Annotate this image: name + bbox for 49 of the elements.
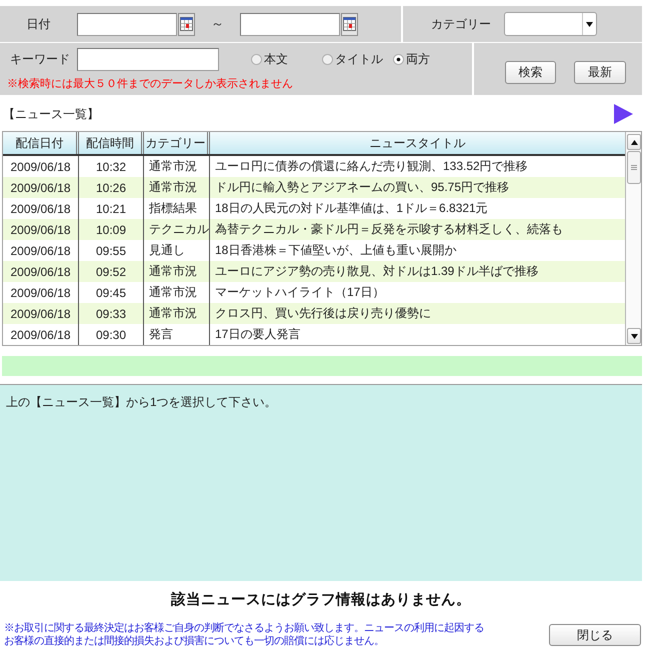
table-cell-text: ユーロ円に債券の償還に絡んだ売り観測、133.52円で推移 bbox=[214, 158, 529, 175]
calendar-icon[interactable] bbox=[341, 12, 358, 36]
keyword-field[interactable] bbox=[77, 48, 219, 71]
column-header[interactable]: ニュースタイトル bbox=[210, 132, 625, 154]
calendar-icon[interactable] bbox=[178, 12, 195, 36]
radio-icon[interactable] bbox=[393, 54, 404, 65]
radio-option[interactable]: 両方 bbox=[393, 51, 430, 68]
table-cell-text: 為替テクニカル・豪ドル円＝反発を示唆する材料乏しく、続落も bbox=[214, 221, 564, 238]
scrollbar-track[interactable] bbox=[625, 132, 641, 345]
radio-icon[interactable] bbox=[322, 54, 333, 65]
detail-message: 上の【ニュース一覧】から1つを選択して下さい。 bbox=[6, 394, 278, 411]
table-cell-text: 17日の要人発言 bbox=[214, 326, 302, 343]
graph-message: 該当ニュースにはグラフ情報はありません。 bbox=[170, 590, 472, 610]
search-limit-warning: ※検索時には最大５０件までのデータしか表示されません bbox=[6, 76, 293, 91]
scroll-up-button[interactable] bbox=[627, 134, 641, 150]
play-icon[interactable] bbox=[613, 104, 633, 124]
disclaimer-text: ※お取引に関する最終決定はお客様ご自身の判断でなさるようお願い致します。ニュースの利用に起因する お客様の直接的または間接的損失および損害についても一切の賠償には応じません。 bbox=[4, 622, 484, 648]
table-cell-text: 18日香港株＝下値堅いが、上値も重い展開か bbox=[214, 242, 458, 259]
table-cell: 09:30 bbox=[79, 324, 144, 345]
table-cell-text: ドル円に輸入勢とアジアネームの買い、95.75円で推移 bbox=[214, 179, 510, 196]
caret-icon bbox=[586, 22, 593, 26]
date-label: 日付 bbox=[26, 16, 52, 32]
news-list-title: 【ニュース一覧】 bbox=[3, 106, 99, 122]
scroll-down-button[interactable] bbox=[627, 328, 641, 344]
date-to-field[interactable] bbox=[240, 12, 340, 36]
table-cell-text: クロス円、買い先行後は戻り売り優勢に bbox=[214, 305, 432, 322]
radio-option[interactable]: タイトル bbox=[322, 51, 383, 68]
radio-icon[interactable] bbox=[251, 54, 262, 65]
table-cell-text: マーケットハイライト（17日） bbox=[214, 284, 386, 301]
date-from-field[interactable] bbox=[77, 12, 177, 36]
refresh-button[interactable]: 最新 bbox=[574, 60, 626, 84]
table-row[interactable]: 2009/06/18 09:33 通常市況 クロス円、買い先行後は戻り売り優勢に bbox=[3, 303, 625, 324]
keyword-label: キーワード bbox=[9, 51, 71, 68]
table-cell: 2009/06/18 bbox=[3, 324, 79, 345]
radio-option[interactable]: 本文 bbox=[251, 51, 288, 68]
table-cell-text: ユーロにアジア勢の売り散見、対ドルは1.39ドル半ばで推移 bbox=[214, 263, 540, 280]
table-row[interactable]: 2009/06/18 10:26 通常市況 ドル円に輸入勢とアジアネームの買い、95.75円で推移 bbox=[3, 177, 625, 198]
category-select[interactable] bbox=[504, 12, 597, 36]
close-button[interactable]: 閉じる bbox=[549, 624, 641, 646]
scrollbar-thumb[interactable] bbox=[627, 151, 641, 184]
table-cell: 発言 bbox=[144, 324, 210, 345]
search-button[interactable]: 検索 bbox=[505, 60, 556, 84]
caret-icon bbox=[630, 140, 638, 144]
table-cell-text: 18日の人民元の対ドル基準値は、1ドル＝6.8321元 bbox=[214, 200, 489, 217]
category-label: カテゴリー bbox=[431, 16, 491, 32]
table-row[interactable]: 2009/06/18 10:09 テクニカル 為替テクニカル・豪ドル円＝反発を示唆する材料乏しく、続落も bbox=[3, 219, 625, 240]
table-row[interactable]: 2009/06/18 09:52 通常市況 ユーロにアジア勢の売り散見、対ドルは1.39ドル半ばで推移 bbox=[3, 261, 625, 282]
caret-icon bbox=[630, 334, 638, 338]
range-separator: ～ bbox=[210, 15, 225, 33]
